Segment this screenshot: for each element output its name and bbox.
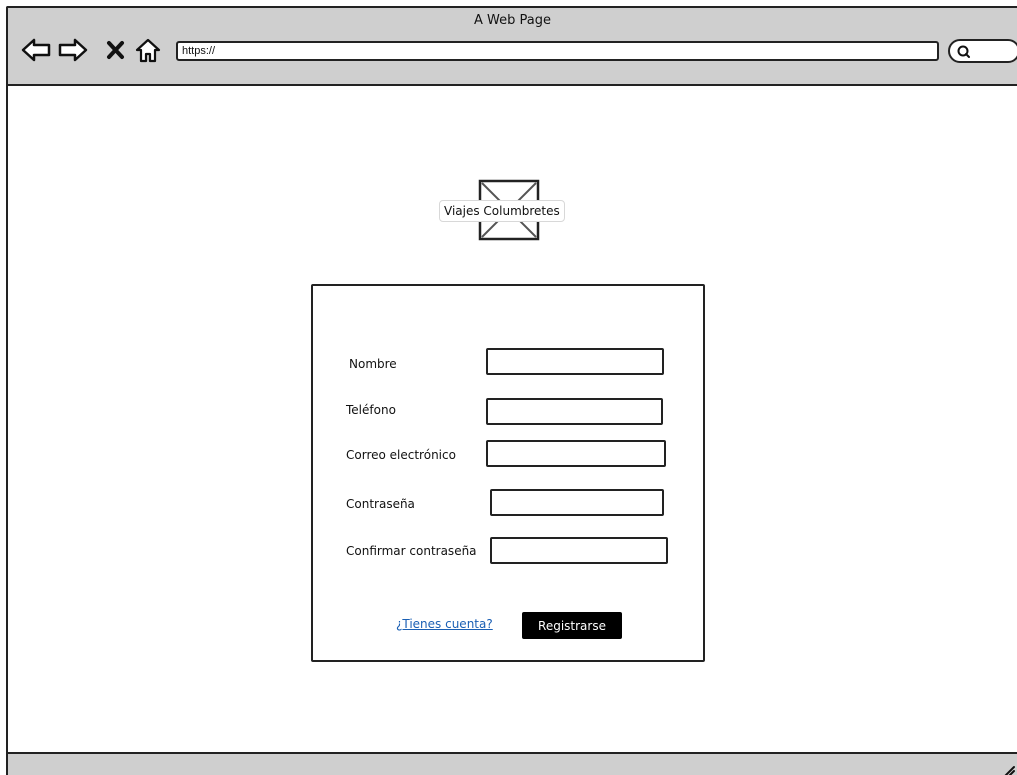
home-icon[interactable] <box>134 36 162 64</box>
phone-field[interactable] <box>486 398 663 425</box>
back-arrow-icon[interactable] <box>20 36 52 64</box>
password-label: Contraseña <box>346 497 415 511</box>
window-title: A Web Page <box>474 13 551 28</box>
registration-form: Nombre Teléfono Correo electrónico Contr… <box>311 284 705 662</box>
register-button[interactable]: Registrarse <box>522 612 622 639</box>
url-bar[interactable] <box>176 41 939 61</box>
name-field[interactable] <box>486 348 664 375</box>
phone-label: Teléfono <box>346 403 396 417</box>
browser-window: A Web Page https:// Viajes Columbretes N… <box>6 6 1017 775</box>
email-label: Correo electrónico <box>346 448 456 462</box>
email-field[interactable] <box>486 440 666 467</box>
confirm-password-label: Confirmar contraseña <box>346 544 477 558</box>
browser-toolbar: A Web Page <box>8 8 1017 86</box>
resize-grip-icon[interactable] <box>1001 763 1015 775</box>
search-field[interactable] <box>948 39 1017 63</box>
close-x-icon[interactable] <box>105 36 127 64</box>
confirm-password-field[interactable] <box>490 537 668 564</box>
have-account-link[interactable]: ¿Tienes cuenta? <box>396 617 493 631</box>
forward-arrow-icon[interactable] <box>57 36 89 64</box>
status-bar <box>8 752 1017 775</box>
logo-label: Viajes Columbretes <box>439 200 565 222</box>
name-label: Nombre <box>349 357 397 371</box>
page-content: Viajes Columbretes Nombre Teléfono Corre… <box>8 88 1017 752</box>
search-icon <box>957 45 970 58</box>
password-field[interactable] <box>490 489 664 516</box>
